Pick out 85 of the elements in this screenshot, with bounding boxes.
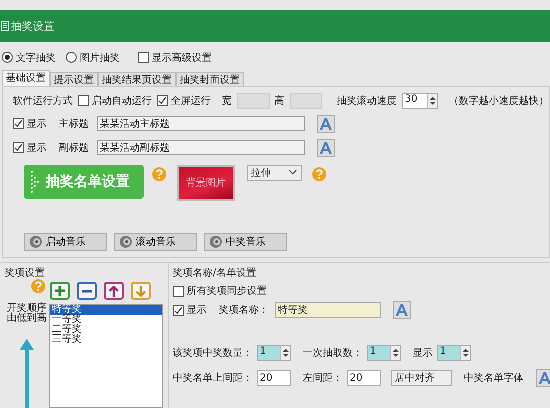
tab[interactable]: 提示设置 [50, 72, 98, 86]
checkbox[interactable]: 显示 [13, 116, 47, 131]
help-icon [312, 166, 327, 182]
checkbox[interactable]: 显示高级设置 [138, 50, 212, 65]
tab[interactable]: 抽奖封面设置 [176, 72, 244, 86]
window-icon [1, 21, 9, 31]
list-item[interactable]: 二等奖 [50, 325, 162, 335]
spin-arrows-icon [428, 94, 436, 107]
list-item[interactable]: 特等奖 [50, 305, 162, 315]
speaker-icon [29, 235, 43, 249]
checkmark-icon [174, 306, 183, 314]
spin-box[interactable]: 1 [437, 345, 471, 361]
spin-box[interactable]: 1 [367, 345, 401, 361]
checkbox[interactable]: 显示 [13, 140, 47, 155]
stretch-dropdown[interactable]: 拉伸 [247, 164, 302, 181]
checkbox[interactable]: 全屏运行 [157, 94, 211, 108]
dots-icon [30, 170, 40, 194]
label: 中奖名单字体 [464, 372, 524, 385]
move-up-button[interactable] [104, 282, 124, 300]
label: 该奖项中奖数量： [173, 346, 253, 360]
spin-arrows-icon [462, 347, 470, 359]
align-dropdown[interactable]: 居中对齐 [391, 370, 452, 386]
remove-button[interactable] [77, 282, 97, 300]
checkmark-icon [158, 96, 167, 106]
checkbox[interactable]: 显示 [173, 303, 207, 317]
font-button[interactable] [317, 138, 335, 157]
speaker-icon [209, 235, 223, 249]
checkmark-icon [14, 119, 23, 128]
spin-arrows-icon [392, 347, 400, 359]
music-button[interactable]: 启动音乐 [24, 233, 107, 251]
music-button[interactable]: 滚动音乐 [114, 233, 197, 251]
spin-box[interactable]: 30 [402, 92, 438, 109]
spacing-field[interactable]: 20 [347, 370, 381, 386]
music-button[interactable]: 中奖音乐 [204, 233, 287, 251]
radio-button[interactable]: 文字抽奖 [2, 50, 56, 65]
font-icon [319, 116, 333, 131]
checkbox[interactable]: 启动自动运行 [78, 94, 152, 108]
text-field[interactable]: 某某活动副标题 [97, 140, 305, 156]
radio-button[interactable]: 图片抽奖 [66, 50, 120, 65]
label: 左间距： [303, 372, 343, 385]
font-button[interactable] [317, 114, 335, 133]
font-icon [538, 371, 550, 385]
label: 抽奖滚动速度 [337, 94, 397, 108]
plus-icon [55, 286, 65, 296]
note: （数字越小速度越快） [449, 94, 549, 108]
label: 奖项名称： [219, 304, 269, 317]
help-icon [152, 166, 167, 182]
font-icon [395, 303, 409, 317]
label: 软件运行方式 [13, 94, 73, 108]
text-field[interactable]: 某某活动主标题 [97, 116, 305, 132]
font-button[interactable] [536, 369, 550, 387]
prize-name-field[interactable]: 特等奖 [275, 302, 381, 318]
label: 显示 [413, 347, 433, 360]
tab[interactable]: 抽奖结果页设置 [98, 72, 176, 86]
checkbox[interactable]: 所有奖项同步设置 [173, 284, 267, 298]
list-item[interactable]: 三等奖 [50, 335, 162, 345]
label: 副标题 [59, 142, 89, 155]
list-item[interactable]: 一等奖 [50, 315, 162, 325]
add-button[interactable] [50, 282, 70, 300]
width-field[interactable] [237, 92, 270, 109]
font-icon [319, 140, 333, 155]
label: 高 [274, 94, 284, 108]
help-icon [31, 278, 46, 294]
arrow-up-icon [109, 286, 119, 296]
window-title: 抽奖设置 [11, 18, 55, 34]
minus-icon [82, 290, 92, 292]
arrow-down-icon [136, 286, 146, 296]
label: 宽 [222, 94, 232, 108]
label: 中奖名单上间距： [173, 372, 253, 385]
arrow-up-icon [19, 338, 35, 408]
chevron-down-icon [289, 170, 297, 176]
font-button[interactable] [393, 301, 411, 319]
spin-box[interactable]: 1 [257, 345, 291, 361]
spacing-field[interactable]: 20 [257, 370, 291, 386]
group-title: 奖项设置 [5, 266, 46, 280]
tab[interactable]: 基础设置 [2, 70, 50, 86]
checkmark-icon [14, 143, 23, 152]
speaker-icon [119, 235, 133, 249]
order-label: 开奖顺序 由低到高 [7, 304, 47, 324]
height-field[interactable] [290, 92, 322, 109]
move-down-button[interactable] [131, 282, 151, 300]
spin-arrows-icon [282, 347, 290, 359]
group-title: 奖项名称/名单设置 [173, 266, 258, 280]
label: 主标题 [59, 118, 89, 131]
label: 一次抽取数： [303, 346, 363, 360]
